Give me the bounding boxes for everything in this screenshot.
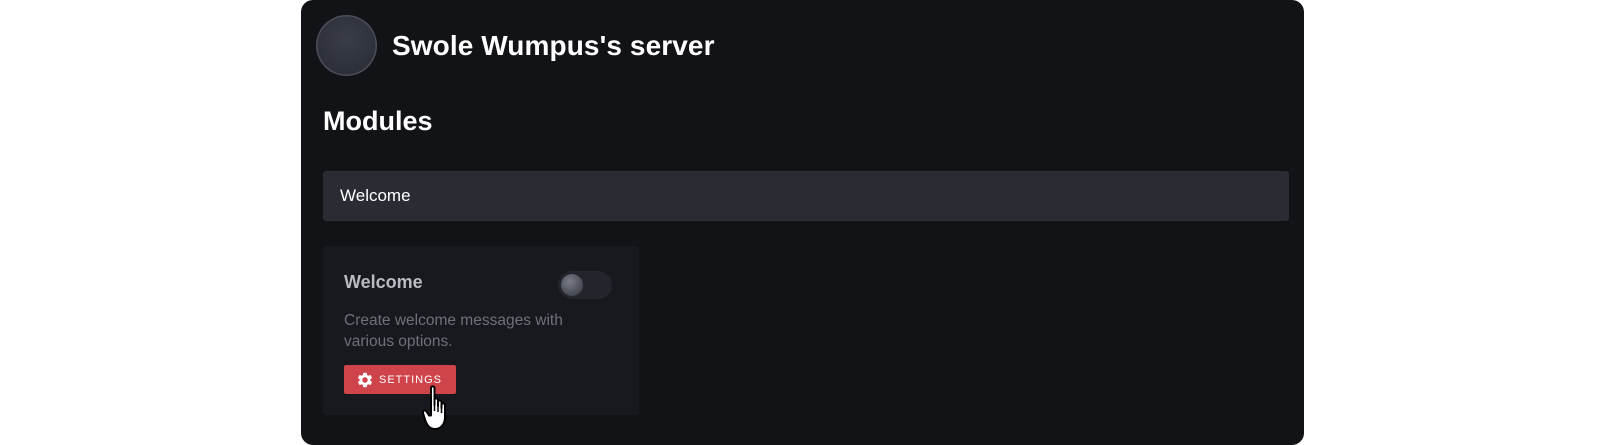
server-avatar[interactable] bbox=[316, 15, 377, 76]
module-enable-toggle[interactable] bbox=[558, 271, 612, 299]
module-description: Create welcome messages with various opt… bbox=[344, 312, 563, 350]
server-dashboard-panel: Swole Wumpus's server Modules Welcome Cr… bbox=[301, 0, 1304, 445]
server-header: Swole Wumpus's server bbox=[316, 15, 715, 76]
settings-button-label: SETTINGS bbox=[379, 373, 443, 386]
module-title: Welcome bbox=[344, 272, 423, 292]
module-card-welcome: Welcome Create welcome messages with var… bbox=[323, 246, 639, 415]
gear-icon bbox=[357, 372, 373, 387]
modules-heading: Modules bbox=[323, 106, 433, 136]
toggle-knob bbox=[561, 274, 583, 296]
settings-button[interactable]: SETTINGS bbox=[344, 365, 456, 394]
module-search-input[interactable] bbox=[323, 171, 1289, 221]
server-name: Swole Wumpus's server bbox=[392, 29, 715, 61]
